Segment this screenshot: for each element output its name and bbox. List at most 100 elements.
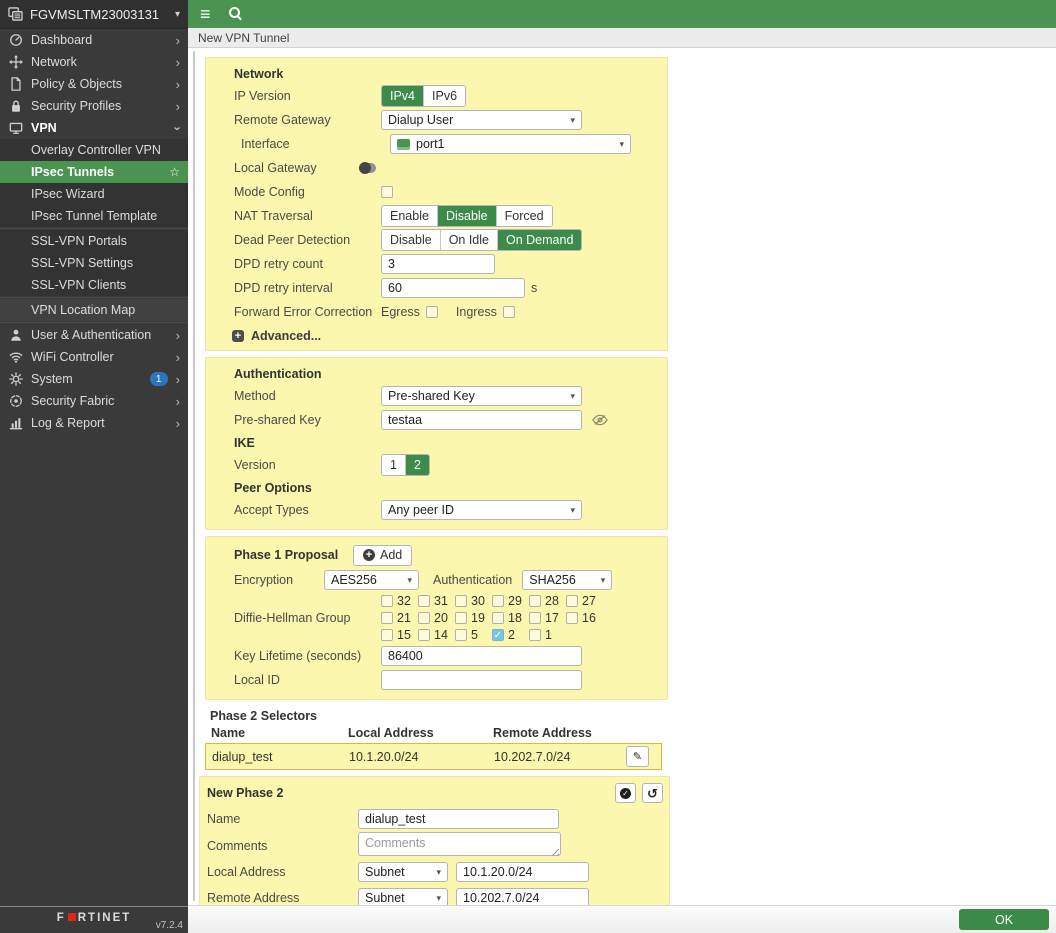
segmented-option-on-idle[interactable]: On Idle (440, 230, 497, 250)
local-id-label: Local ID (234, 673, 381, 687)
dh-group-checkbox-30[interactable] (455, 595, 467, 607)
dh-group-checkbox-18[interactable] (492, 612, 504, 624)
segmented-option-forced[interactable]: Forced (496, 206, 552, 226)
chart-icon (8, 416, 23, 431)
segmented-option-enable[interactable]: Enable (382, 206, 437, 226)
fortinet-logo-square (68, 913, 76, 921)
arrows-icon (8, 55, 23, 70)
network-advanced-link[interactable]: + Advanced... (206, 324, 667, 343)
dpd-retry-count-input[interactable] (381, 254, 495, 274)
phase2-selector-row[interactable]: dialup_test10.1.20.0/2410.202.7.0/24✎ (205, 743, 662, 770)
favorite-star-icon[interactable]: ☆ (169, 165, 180, 179)
remote-address-type-select[interactable]: Subnet ▾ (358, 888, 448, 905)
egress-checkbox[interactable] (426, 306, 438, 318)
undo-phase2-button[interactable]: ↺ (642, 783, 663, 803)
local-address-type-select[interactable]: Subnet ▾ (358, 862, 448, 882)
sidebar-item-ssl-vpn-settings[interactable]: SSL-VPN Settings (0, 252, 188, 274)
local-gateway-toggle[interactable] (359, 163, 376, 173)
local-id-input[interactable] (381, 670, 582, 690)
sidebar-item-ipsec-wizard[interactable]: IPsec Wizard (0, 183, 188, 205)
phase2-comments-textarea[interactable] (358, 832, 561, 856)
segmented-option-disable[interactable]: Disable (437, 206, 496, 226)
hamburger-menu-icon[interactable]: ≡ (200, 5, 211, 23)
sidebar-item-wifi-controller[interactable]: WiFi Controller› (0, 346, 188, 368)
phase2-name-input[interactable] (358, 809, 559, 829)
sidebar-item-security-profiles[interactable]: Security Profiles› (0, 95, 188, 117)
method-select[interactable]: Pre-shared Key ▾ (381, 386, 582, 406)
chevron-right-icon: › (176, 395, 180, 408)
mode-config-checkbox[interactable] (381, 186, 393, 198)
segmented-option-1[interactable]: 1 (382, 455, 405, 475)
chevron-down-icon: › (171, 126, 184, 130)
sidebar-item-label: User & Authentication (31, 328, 168, 342)
dh-group-checkbox-15[interactable] (381, 629, 393, 641)
column-header-remote-address: Remote Address (493, 726, 668, 740)
dh-group-checkbox-16[interactable] (566, 612, 578, 624)
dpd-retry-interval-input[interactable] (381, 278, 525, 298)
accept-phase2-button[interactable]: ✓ (615, 783, 636, 803)
remote-gateway-select[interactable]: Dialup User ▾ (381, 110, 582, 130)
segmented-option-ipv4[interactable]: IPv4 (382, 86, 423, 106)
sidebar-item-ipsec-tunnel-template[interactable]: IPsec Tunnel Template (0, 205, 188, 227)
plus-circle-icon: + (363, 549, 375, 561)
sidebar-item-overlay-controller-vpn[interactable]: Overlay Controller VPN (0, 139, 188, 161)
local-address-input[interactable] (456, 862, 589, 882)
dh-group-checkbox-20[interactable] (418, 612, 430, 624)
dh-group-checkbox-2[interactable]: ✓ (492, 629, 504, 641)
sidebar-item-dashboard[interactable]: Dashboard› (0, 29, 188, 51)
sidebar-item-user-authentication[interactable]: User & Authentication› (0, 324, 188, 346)
ok-button[interactable]: OK (959, 909, 1049, 930)
ingress-checkbox[interactable] (503, 306, 515, 318)
network-section: Network IP Version IPv4IPv6 Remote Gatew… (205, 57, 668, 351)
scrollbar[interactable] (193, 51, 195, 901)
dh-group-checkbox-1[interactable] (529, 629, 541, 641)
phase1-authentication-select[interactable]: SHA256 ▾ (522, 570, 612, 590)
sidebar-item-ssl-vpn-clients[interactable]: SSL-VPN Clients (0, 274, 188, 296)
sidebar-item-log-report[interactable]: Log & Report› (0, 412, 188, 434)
dh-group-checkbox-29[interactable] (492, 595, 504, 607)
dh-group-checkbox-21[interactable] (381, 612, 393, 624)
segmented-option-ipv6[interactable]: IPv6 (423, 86, 465, 106)
sidebar-item-vpn-location-map[interactable]: VPN Location Map (0, 299, 188, 321)
phase2-local-address-label: Local Address (207, 865, 358, 879)
sidebar-item-security-fabric[interactable]: Security Fabric› (0, 390, 188, 412)
device-selector[interactable]: FGVMSLTM23003131 ▾ (0, 0, 188, 29)
dh-group-checkbox-19[interactable] (455, 612, 467, 624)
dh-group-number: 1 (545, 628, 552, 642)
sidebar-item-network[interactable]: Network› (0, 51, 188, 73)
remote-address-input[interactable] (456, 888, 589, 905)
dh-group-checkbox-31[interactable] (418, 595, 430, 607)
chevron-right-icon: › (176, 373, 180, 386)
segmented-option-disable[interactable]: Disable (382, 230, 440, 250)
phase1-authentication-value: SHA256 (529, 573, 576, 587)
dh-group-checkbox-27[interactable] (566, 595, 578, 607)
wifi-icon (8, 350, 23, 365)
main-content: Network IP Version IPv4IPv6 Remote Gatew… (188, 49, 1056, 905)
undo-icon: ↺ (647, 787, 658, 800)
segmented-option-on-demand[interactable]: On Demand (497, 230, 581, 250)
encryption-select[interactable]: AES256 ▾ (324, 570, 419, 590)
section-title-network: Network (206, 63, 667, 84)
edit-pencil-button[interactable]: ✎ (626, 746, 649, 767)
sidebar-item-ssl-vpn-portals[interactable]: SSL-VPN Portals (0, 230, 188, 252)
accept-types-select[interactable]: Any peer ID ▾ (381, 500, 582, 520)
eye-slash-icon[interactable] (592, 414, 608, 426)
dh-group-checkbox-5[interactable] (455, 629, 467, 641)
dh-group-checkbox-17[interactable] (529, 612, 541, 624)
chevron-right-icon: › (176, 56, 180, 69)
sidebar-item-label: SSL-VPN Settings (31, 256, 180, 270)
sidebar-item-policy-objects[interactable]: Policy & Objects› (0, 73, 188, 95)
sidebar-item-system[interactable]: System1› (0, 368, 188, 390)
search-icon[interactable] (229, 7, 243, 21)
segmented-option-2[interactable]: 2 (405, 455, 429, 475)
dh-group-checkbox-28[interactable] (529, 595, 541, 607)
dh-group-checkbox-32[interactable] (381, 595, 393, 607)
sidebar-item-vpn[interactable]: VPN› (0, 117, 188, 139)
add-proposal-button[interactable]: + Add (353, 545, 412, 566)
interface-select[interactable]: port1 ▾ (390, 134, 631, 154)
footer-bar: OK (188, 905, 1056, 933)
key-lifetime-input[interactable] (381, 646, 582, 666)
pre-shared-key-input[interactable] (381, 410, 582, 430)
dh-group-checkbox-14[interactable] (418, 629, 430, 641)
sidebar-item-ipsec-tunnels[interactable]: IPsec Tunnels☆ (0, 161, 188, 183)
